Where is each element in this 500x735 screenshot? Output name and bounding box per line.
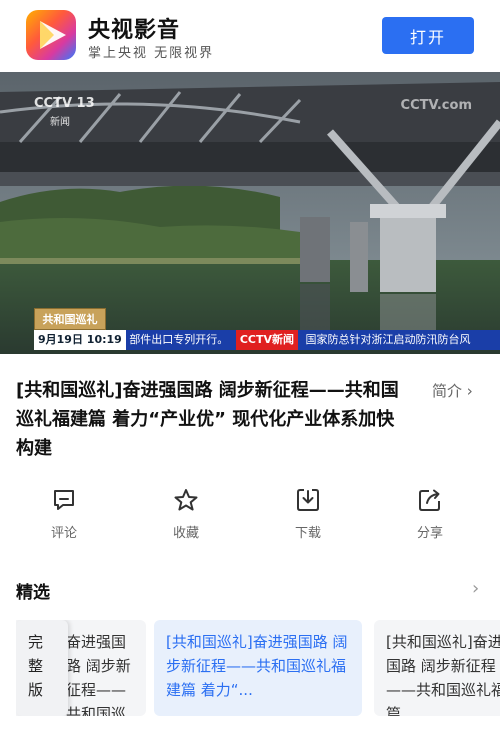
news-ticker: 9月19日 10:19 部件出口专列开行。 CCTV新闻 国家防总针对浙江启动防… (34, 330, 500, 350)
featured-section-title: 精选 (16, 583, 50, 603)
open-app-button[interactable]: 打开 (382, 17, 474, 54)
comment-icon (54, 490, 74, 510)
comment-label: 评论 (50, 526, 77, 541)
app-banner: 央视影音 掌上央视 无限视界 打开 (0, 0, 500, 72)
watermark: CCTV.com (400, 98, 472, 113)
featured-card-text: [共和国巡礼]奋进强国路 阔步新征程——共和国巡礼福建篇 着力“... (166, 633, 348, 699)
download-button[interactable]: 下载 (268, 486, 348, 541)
favorite-label: 收藏 (172, 526, 199, 541)
download-icon (297, 489, 319, 511)
ticker-right-text: 国家防总针对浙江启动防汛防台风 (305, 333, 471, 346)
full-version-tab[interactable]: 完整版 (16, 620, 68, 716)
video-player[interactable]: CCTV 13 新闻 CCTV.com 共和国巡礼 9月19日 10:19 部件… (0, 72, 500, 354)
star-icon (174, 489, 198, 511)
intro-link[interactable]: 简介 › (432, 380, 473, 401)
featured-carousel[interactable]: 完整版 奋进强国路 阔步新征程——共和国巡礼福建篇 着力“... [共和国巡礼]… (16, 620, 500, 716)
channel-logo: CCTV 13 新闻 (34, 96, 95, 128)
favorite-button[interactable]: 收藏 (146, 486, 226, 541)
featured-card[interactable]: [共和国巡礼]奋进强国路 阔步新征程——共和国巡礼福建篇 (374, 620, 500, 716)
featured-card-text: [共和国巡礼]奋进强国路 阔步新征程——共和国巡礼福建篇 (386, 633, 500, 716)
ticker-left-text: 部件出口专列开行。 (129, 333, 229, 346)
featured-card-text: 奋进强国路 阔步新征程——共和国巡礼福建篇 着力“... (66, 633, 131, 716)
download-label: 下载 (294, 526, 321, 541)
app-name: 央视影音 (88, 18, 181, 43)
full-version-label: 完整版 (28, 633, 44, 699)
featured-card-active[interactable]: [共和国巡礼]奋进强国路 阔步新征程——共和国巡礼福建篇 着力“... (154, 620, 362, 716)
app-logo-icon (26, 10, 76, 60)
channel-sub-label: 新闻 (50, 117, 70, 128)
chevron-right-icon[interactable]: › (472, 578, 479, 599)
app-slogan: 掌上央视 无限视界 (88, 46, 215, 61)
program-tag: 共和国巡礼 (34, 308, 106, 330)
share-button[interactable]: 分享 (390, 486, 470, 541)
comment-button[interactable]: 评论 (24, 486, 104, 541)
ticker-date: 9月19日 10:19 (34, 330, 126, 350)
share-icon (419, 489, 440, 511)
video-title: [共和国巡礼]奋进强国路 阔步新征程——共和国巡礼福建篇 着力“产业优” 现代化… (16, 380, 399, 459)
ticker-channel: CCTV新闻 (235, 330, 298, 350)
action-bar: 评论 收藏 下载 分享 (0, 486, 500, 548)
share-label: 分享 (416, 526, 443, 541)
